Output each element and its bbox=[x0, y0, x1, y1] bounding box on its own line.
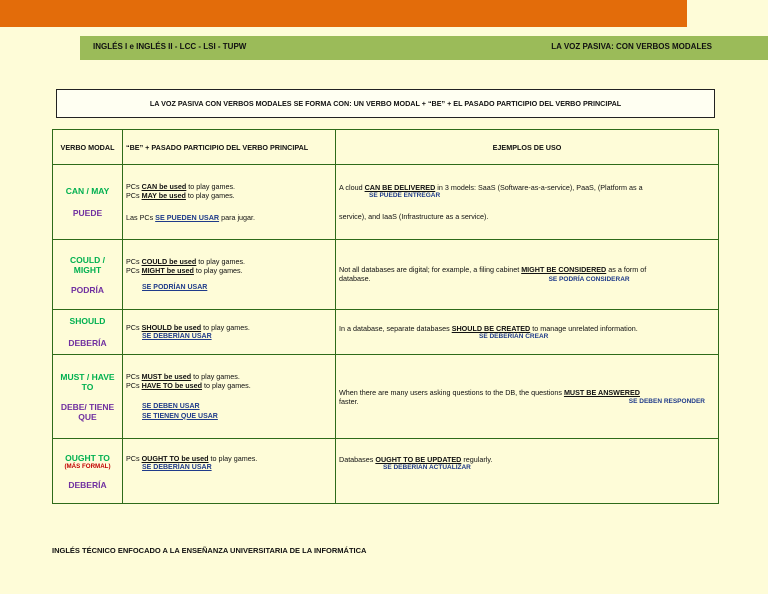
modal-en: COULD / MIGHT bbox=[70, 254, 105, 275]
topic-title: LA VOZ PASIVA: CON VERBOS MODALES bbox=[551, 42, 712, 51]
structure-cell: PCs CAN be used to play games. PCs MAY b… bbox=[122, 164, 336, 240]
example-line: PCs MUST be used to play games. bbox=[126, 371, 240, 381]
table-row: MUST / HAVE TO DEBE/ TIENE QUE PCs MUST … bbox=[52, 354, 719, 439]
modal-cell: MUST / HAVE TO DEBE/ TIENE QUE bbox=[52, 354, 123, 439]
translation: SE DEBERÍAN ACTUALIZAR bbox=[383, 464, 471, 471]
example-line: PCs OUGHT TO be used to play games. bbox=[126, 453, 258, 463]
table-row: SHOULD DEBERÍA PCs SHOULD be used to pla… bbox=[52, 309, 719, 355]
modal-cell: SHOULD DEBERÍA bbox=[52, 309, 123, 355]
modal-en: SHOULD bbox=[69, 316, 106, 326]
example-line: PCs MAY be used to play games. bbox=[126, 191, 235, 200]
example-sentence: Not all databases are digital; for examp… bbox=[339, 265, 647, 274]
translation: SE DEBERÍAN CREAR bbox=[479, 333, 549, 340]
modal-en: CAN / MAY bbox=[65, 186, 110, 196]
modal-note: (MÁS FORMAL) bbox=[64, 462, 111, 470]
modal-es: DEBERÍA bbox=[68, 479, 107, 490]
header-be-participle: “BE” + PASADO PARTICIPIO DEL VERBO PRINC… bbox=[122, 129, 336, 165]
modal-cell: CAN / MAY PUEDE bbox=[52, 164, 123, 240]
translation: SE DEBERÍAN USAR bbox=[142, 463, 212, 471]
table-row: OUGHT TO (MÁS FORMAL) DEBERÍA PCs OUGHT … bbox=[52, 438, 719, 504]
example-line: PCs MIGHT be used to play games. bbox=[126, 265, 243, 275]
modal-es: DEBERÍA bbox=[68, 338, 107, 348]
translation: SE PODRÍAN USAR bbox=[142, 283, 208, 291]
table-row: COULD / MIGHT PODRÍA PCs COULD be used t… bbox=[52, 239, 719, 310]
example-sentence: service), and IaaS (Infrastructure as a … bbox=[339, 212, 489, 221]
table-row: CAN / MAY PUEDE PCs CAN be used to play … bbox=[52, 164, 719, 240]
example-sentence: In a database, separate databases SHOULD… bbox=[339, 324, 638, 333]
example-line: PCs CAN be used to play games. bbox=[126, 182, 236, 191]
footer-text: INGLÉS TÉCNICO ENFOCADO A LA ENSEÑANZA U… bbox=[52, 546, 367, 555]
modal-es: DEBE/ TIENE QUE bbox=[60, 401, 115, 422]
modal-verbs-table: VERBO MODAL “BE” + PASADO PARTICIPIO DEL… bbox=[52, 129, 719, 504]
example-line: PCs HAVE TO be used to play games. bbox=[126, 380, 251, 390]
modal-cell: OUGHT TO (MÁS FORMAL) DEBERÍA bbox=[52, 438, 123, 504]
structure-cell: PCs COULD be used to play games. PCs MIG… bbox=[122, 239, 336, 310]
translation: SE PUEDE ENTREGAR bbox=[369, 192, 441, 199]
modal-cell: COULD / MIGHT PODRÍA bbox=[52, 239, 123, 310]
structure-cell: PCs MUST be used to play games. PCs HAVE… bbox=[122, 354, 336, 439]
example-cell: Not all databases are digital; for examp… bbox=[335, 239, 719, 310]
example-line: Las PCs SE PUEDEN USAR para jugar. bbox=[126, 213, 256, 222]
table-header-row: VERBO MODAL “BE” + PASADO PARTICIPIO DEL… bbox=[52, 129, 719, 165]
example-cell: When there are many users asking questio… bbox=[335, 354, 719, 439]
example-line: PCs COULD be used to play games. bbox=[126, 256, 246, 266]
modal-en: OUGHT TO bbox=[65, 452, 110, 463]
example-cell: In a database, separate databases SHOULD… bbox=[335, 309, 719, 355]
example-sentence: database. SE PODRÍA CONSIDERAR bbox=[339, 274, 630, 283]
example-sentence: Databases OUGHT TO BE UPDATED regularly. bbox=[339, 455, 493, 464]
top-orange-bar bbox=[0, 0, 687, 27]
structure-cell: PCs OUGHT TO be used to play games. SE D… bbox=[122, 438, 336, 504]
example-sentence: When there are many users asking questio… bbox=[339, 387, 640, 397]
example-sentence: faster. SE DEBEN RESPONDER bbox=[339, 396, 705, 406]
header-examples: EJEMPLOS DE USO bbox=[335, 129, 719, 165]
translation: SE TIENEN QUE USAR bbox=[142, 412, 218, 420]
structure-cell: PCs SHOULD be used to play games. SE DEB… bbox=[122, 309, 336, 355]
header-band: INGLÉS I e INGLÉS II - LCC - LSI - TUPW … bbox=[80, 36, 768, 60]
example-sentence: A cloud CAN BE DELIVERED in 3 models: Sa… bbox=[339, 183, 643, 192]
example-cell: Databases OUGHT TO BE UPDATED regularly.… bbox=[335, 438, 719, 504]
translation: SE DEBEN RESPONDER bbox=[628, 397, 705, 405]
example-cell: A cloud CAN BE DELIVERED in 3 models: Sa… bbox=[335, 164, 719, 240]
modal-en: MUST / HAVE TO bbox=[60, 371, 115, 392]
header-modal: VERBO MODAL bbox=[52, 129, 123, 165]
translation: SE DEBEN USAR bbox=[142, 402, 200, 410]
course-title: INGLÉS I e INGLÉS II - LCC - LSI - TUPW bbox=[93, 42, 247, 51]
translation: SE PODRÍA CONSIDERAR bbox=[548, 276, 630, 283]
example-line: PCs SHOULD be used to play games. bbox=[126, 322, 250, 332]
modal-es: PODRÍA bbox=[70, 284, 105, 295]
translation: SE DEBERÍAN USAR bbox=[142, 332, 212, 340]
definition-box: LA VOZ PASIVA CON VERBOS MODALES SE FORM… bbox=[56, 89, 715, 118]
modal-es: PUEDE bbox=[72, 208, 103, 218]
